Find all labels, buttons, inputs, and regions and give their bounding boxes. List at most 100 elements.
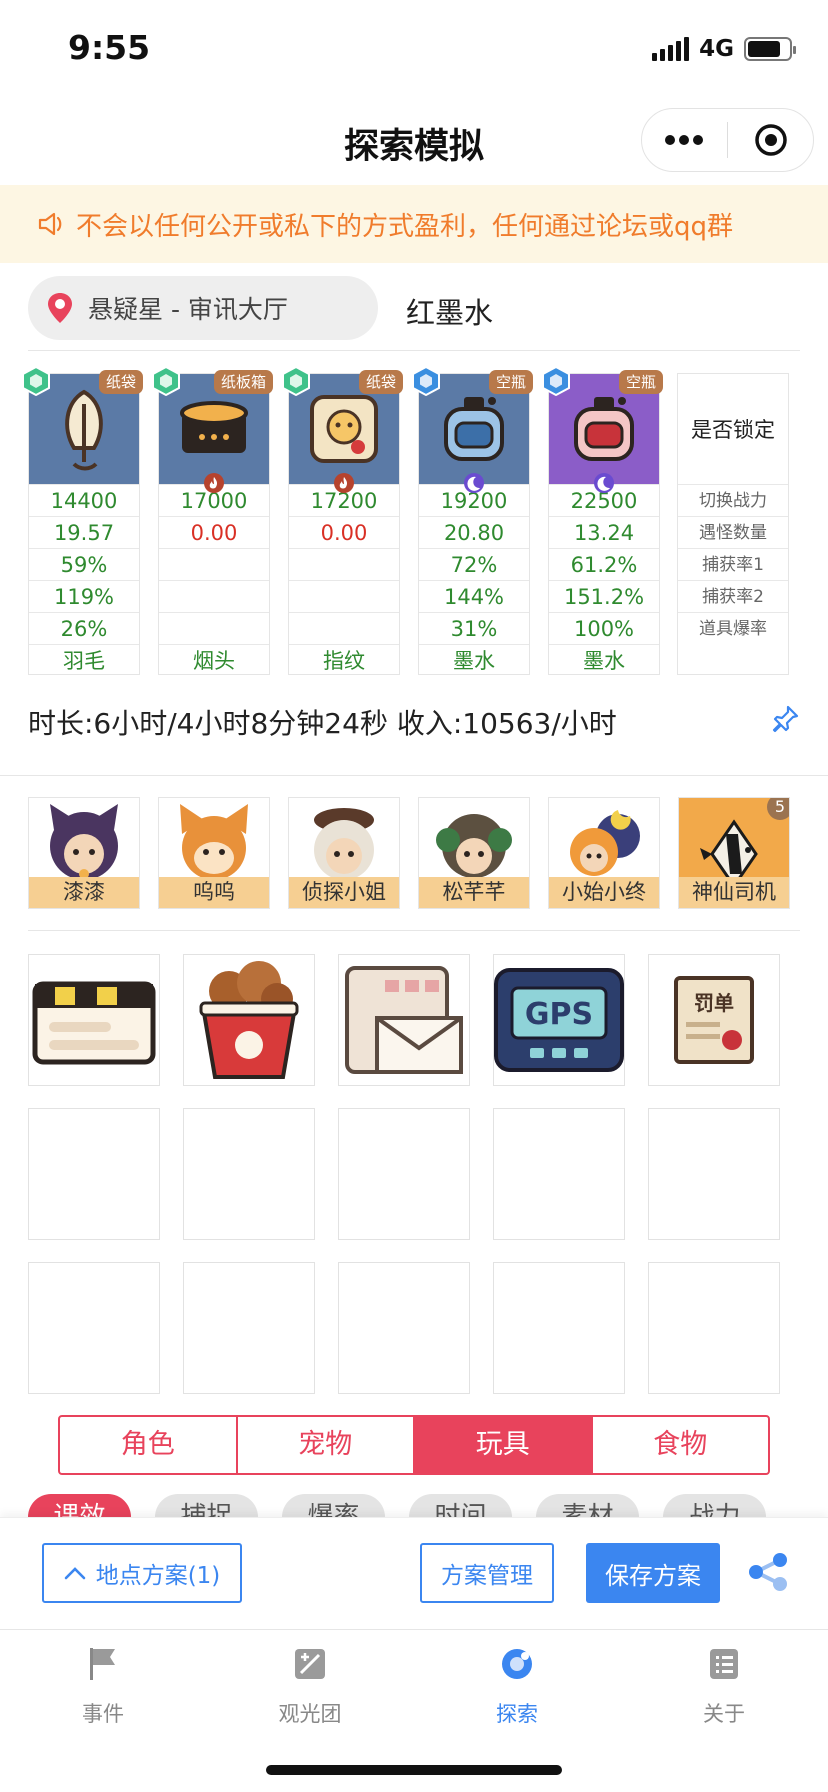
tabbar-item-events[interactable]: 事件: [43, 1644, 163, 1728]
stat-count: 0.00: [289, 516, 399, 548]
tabbar-item-explore[interactable]: 探索: [457, 1644, 577, 1728]
stat-drop: [159, 612, 269, 644]
ticket-icon: 罚单: [674, 976, 754, 1064]
stat-count: 19.57: [29, 516, 139, 548]
legend-row: 捕获率1: [678, 548, 788, 580]
plan-manage-button[interactable]: 方案管理: [420, 1543, 554, 1603]
item-slot-empty[interactable]: [493, 1262, 625, 1394]
network-type: 4G: [699, 36, 734, 62]
helper-name: 漆漆: [29, 877, 139, 908]
item-slot-empty[interactable]: [338, 1262, 470, 1394]
category-tabs: 角色 宠物 玩具 食物: [58, 1415, 770, 1475]
item-slot[interactable]: [338, 954, 470, 1086]
stat-rate2: 119%: [29, 580, 139, 612]
tabbar-item-about[interactable]: 关于: [664, 1644, 784, 1728]
share-button[interactable]: [744, 1548, 792, 1600]
trap-card[interactable]: 纸袋 14400 19.57 59% 119% 26% 羽毛: [22, 366, 143, 676]
item-slot-empty[interactable]: [28, 1262, 160, 1394]
helper-avatar: [289, 798, 399, 878]
stat-item: 墨水: [419, 644, 529, 676]
target-icon: [754, 124, 787, 156]
tab-food[interactable]: 食物: [593, 1417, 769, 1473]
lock-toggle-label[interactable]: 是否锁定: [678, 374, 788, 484]
feather-icon: [65, 389, 103, 471]
divider: [28, 930, 800, 931]
trap-card[interactable]: 纸袋 17200 0.00 指纹: [282, 366, 403, 675]
location-plan-button[interactable]: 地点方案(1): [42, 1543, 242, 1603]
trap-card[interactable]: 纸板箱 17000 0.00 烟头: [152, 366, 273, 675]
tab-toys[interactable]: 玩具: [415, 1417, 593, 1473]
notice-text: 不会以任何公开或私下的方式盈利，任何通过论坛或qq群: [76, 211, 734, 242]
pin-icon: [772, 705, 799, 733]
item-slot-empty[interactable]: [338, 1108, 470, 1240]
trap-card[interactable]: 空瓶 22500 13.24 61.2% 151.2% 100% 墨水: [542, 366, 663, 675]
notice-bar: 不会以任何公开或私下的方式盈利，任何通过论坛或qq群: [0, 185, 828, 263]
tabbar-label: 关于: [703, 1702, 745, 1726]
more-dots-icon: [665, 135, 704, 145]
edit-square-icon: [295, 1649, 325, 1679]
item-slot-empty[interactable]: [648, 1108, 780, 1240]
status-time: 9:55: [68, 28, 151, 67]
item-slot-empty[interactable]: [648, 1262, 780, 1394]
explore-icon: [502, 1649, 532, 1679]
gem-green-icon: [152, 366, 180, 396]
helper-name: 呜呜: [159, 877, 269, 908]
tab-roles[interactable]: 角色: [60, 1417, 238, 1473]
legend-column: 是否锁定 切换战力 遇怪数量 捕获率1 捕获率2 道具爆率: [677, 373, 789, 675]
item-slot-empty[interactable]: [493, 1108, 625, 1240]
divider: [0, 775, 828, 776]
item-slot-empty[interactable]: [28, 1108, 160, 1240]
helper-card[interactable]: 神仙司机 5: [678, 797, 790, 909]
stat-drop: [289, 612, 399, 644]
status-icons: 4G: [652, 36, 796, 62]
helper-avatar: [29, 798, 139, 878]
helper-name: 侦探小姐: [289, 877, 399, 908]
stat-drop: 26%: [29, 612, 139, 644]
stat-rate2: [159, 580, 269, 612]
location-pin-icon: [48, 293, 72, 323]
svg-text:罚单: 罚单: [694, 991, 734, 1015]
trap-badge: 纸板箱: [213, 370, 273, 394]
location-plan-label: 地点方案(1): [95, 1563, 221, 1589]
chicken-bucket-icon: [199, 961, 299, 1079]
close-mini-program-button[interactable]: [728, 109, 813, 171]
location-selector[interactable]: 悬疑星 - 审讯大厅: [28, 276, 378, 340]
list-icon: [710, 1649, 738, 1679]
helper-card[interactable]: 漆漆: [28, 797, 140, 909]
cigarette-box-icon: [180, 401, 248, 453]
helper-card[interactable]: 松芊芊: [418, 797, 530, 909]
stat-drop: 100%: [549, 612, 659, 644]
helper-card[interactable]: 小始小终: [548, 797, 660, 909]
gem-blue-icon: [542, 366, 570, 396]
svg-text:GPS: GPS: [525, 997, 593, 1032]
stat-power: 14400: [29, 484, 139, 516]
trap-card[interactable]: 空瓶 19200 20.80 72% 144% 31% 墨水: [412, 366, 533, 676]
tabbar-item-tour[interactable]: 观光团: [250, 1644, 370, 1728]
gem-green-icon: [282, 366, 310, 396]
ink-bottle-red-icon: [574, 397, 634, 461]
helper-card[interactable]: 侦探小姐: [288, 797, 400, 909]
location-name: 红墨水: [406, 296, 494, 330]
stat-count: 0.00: [159, 516, 269, 548]
save-plan-button[interactable]: 保存方案: [586, 1543, 720, 1603]
item-slot[interactable]: GPS: [493, 954, 625, 1086]
chevron-up-icon: [64, 1567, 86, 1580]
item-slot[interactable]: 罚单: [648, 954, 780, 1086]
tab-pets[interactable]: 宠物: [238, 1417, 415, 1473]
item-slot-empty[interactable]: [183, 1108, 315, 1240]
item-slot[interactable]: [183, 954, 315, 1086]
pine-character-icon: [436, 814, 512, 878]
item-slot[interactable]: [28, 954, 160, 1086]
pin-button[interactable]: [770, 704, 800, 738]
summary-text: 时长:6小时/4小时8分钟24秒 收入:10563/小时: [28, 707, 617, 740]
moon-quality-icon: [594, 473, 614, 493]
stat-rate1: 61.2%: [549, 548, 659, 580]
legend-row: 捕获率2: [678, 580, 788, 612]
stat-rate2: 151.2%: [549, 580, 659, 612]
gem-blue-icon: [412, 366, 440, 396]
stat-item: 羽毛: [29, 644, 139, 676]
helper-avatar: [549, 798, 659, 878]
helper-card[interactable]: 呜呜: [158, 797, 270, 909]
more-button[interactable]: [642, 109, 727, 171]
item-slot-empty[interactable]: [183, 1262, 315, 1394]
